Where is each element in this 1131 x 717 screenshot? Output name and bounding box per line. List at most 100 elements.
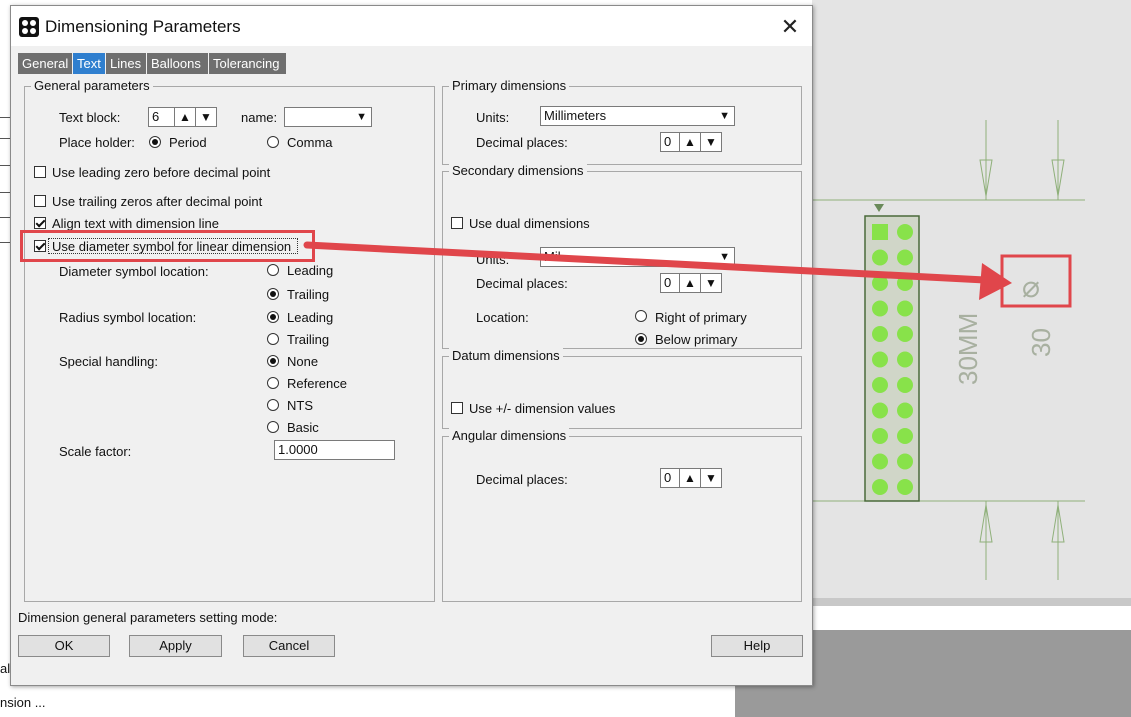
pad — [897, 351, 913, 368]
primary-decimal-label: Decimal places: — [476, 135, 568, 150]
use-dual-checkbox[interactable] — [451, 217, 463, 229]
pad — [872, 402, 888, 419]
secondary-units-dropdown[interactable]: Mil ▼ — [540, 247, 735, 267]
use-pm-checkbox[interactable] — [451, 402, 463, 414]
diameter-leading-label: Leading — [287, 263, 334, 278]
right-of-primary-radio[interactable] — [635, 310, 647, 322]
trailing-zeros-label: Use trailing zeros after decimal point — [52, 194, 263, 209]
period-radio[interactable] — [149, 136, 161, 148]
apply-button[interactable]: Apply — [129, 635, 222, 657]
align-text-label: Align text with dimension line — [52, 216, 219, 231]
pad — [897, 300, 913, 317]
special-none-radio[interactable] — [267, 355, 279, 367]
special-nts-radio[interactable] — [267, 399, 279, 411]
arrow-up-icon[interactable]: ▲ — [679, 133, 700, 151]
place-holder-label: Place holder: — [59, 135, 135, 150]
scale-factor-label: Scale factor: — [59, 444, 132, 459]
tab-text[interactable]: Text — [73, 53, 105, 74]
primary-units-value: Millimeters — [544, 108, 607, 123]
tab-general[interactable]: General — [18, 53, 72, 74]
comma-radio[interactable] — [267, 136, 279, 148]
arrow-down-icon[interactable]: ▼ — [700, 133, 721, 151]
scale-factor-input[interactable]: 1.0000 — [274, 440, 395, 460]
text-block-value: 6 — [152, 109, 160, 124]
arrow-up-icon[interactable]: ▲ — [679, 274, 700, 292]
secondary-decimal-label: Decimal places: — [476, 276, 568, 291]
special-reference-radio[interactable] — [267, 377, 279, 389]
secondary-decimal-value: 0 — [664, 275, 672, 290]
pad — [872, 428, 888, 444]
pad — [897, 402, 913, 419]
radius-trailing-label: Trailing — [287, 332, 330, 347]
below-primary-label: Below primary — [655, 332, 738, 347]
diameter-symbol-icon: ⌀ — [1022, 270, 1040, 305]
ok-button[interactable]: OK — [18, 635, 110, 657]
radius-leading-radio[interactable] — [267, 311, 279, 323]
pad — [872, 275, 888, 291]
radius-location-label: Radius symbol location: — [59, 310, 197, 325]
text-block-spinner[interactable]: 6 ▲ ▼ — [148, 107, 217, 127]
pad — [872, 224, 888, 240]
angular-decimal-label: Decimal places: — [476, 472, 568, 487]
group-title: Angular dimensions — [449, 428, 570, 443]
diameter-trailing-label: Trailing — [287, 287, 330, 302]
use-pm-label: Use +/- dimension values — [469, 401, 616, 416]
tab-balloons[interactable]: Balloons — [147, 53, 208, 74]
arrow-down-icon[interactable]: ▼ — [700, 274, 721, 292]
group-title: Datum dimensions — [449, 348, 563, 363]
arrow-down-icon[interactable]: ▼ — [195, 108, 216, 126]
annotation-highlight-box — [20, 230, 315, 262]
close-icon[interactable]: ✕ — [775, 14, 805, 40]
pad — [897, 224, 913, 240]
pad — [897, 275, 913, 291]
primary-units-label: Units: — [476, 110, 510, 125]
diameter-leading-radio[interactable] — [267, 264, 279, 276]
special-basic-radio[interactable] — [267, 421, 279, 433]
diameter-location-label: Diameter symbol location: — [59, 264, 209, 279]
group-title: Secondary dimensions — [449, 163, 587, 178]
tab-lines[interactable]: Lines — [106, 53, 146, 74]
leading-zero-label: Use leading zero before decimal point — [52, 165, 271, 180]
diameter-trailing-radio[interactable] — [267, 288, 279, 300]
special-basic-label: Basic — [287, 420, 319, 435]
name-label: name: — [241, 110, 278, 125]
title-bar[interactable]: Dimensioning Parameters ✕ — [11, 6, 812, 46]
pad — [872, 351, 888, 368]
pad — [872, 326, 888, 342]
text-block-label: Text block: — [59, 110, 121, 125]
radius-leading-label: Leading — [287, 310, 334, 325]
datum-dimensions-group: Datum dimensions — [442, 348, 802, 429]
angular-decimal-value: 0 — [664, 470, 672, 485]
arrow-up-icon[interactable]: ▲ — [679, 469, 700, 487]
leading-zero-checkbox[interactable] — [34, 166, 46, 178]
location-label: Location: — [476, 310, 529, 325]
help-button[interactable]: Help — [711, 635, 803, 657]
app-icon — [19, 17, 39, 37]
secondary-units-label: Units: — [476, 252, 510, 267]
tab-tolerancing[interactable]: Tolerancing — [209, 53, 286, 74]
pad — [897, 249, 913, 266]
pad — [872, 249, 888, 266]
group-title: Primary dimensions — [449, 78, 570, 93]
secondary-decimal-spinner[interactable]: 0 ▲ ▼ — [660, 273, 722, 293]
radius-trailing-radio[interactable] — [267, 333, 279, 345]
dimension-text: 30MM — [953, 313, 983, 385]
below-primary-radio[interactable] — [635, 333, 647, 345]
arrow-up-icon[interactable]: ▲ — [174, 108, 195, 126]
primary-units-dropdown[interactable]: Millimeters ▼ — [540, 106, 735, 126]
primary-decimal-value: 0 — [664, 134, 672, 149]
pad — [872, 479, 888, 495]
dimension-text: 30 — [1026, 328, 1056, 357]
cancel-button[interactable]: Cancel — [243, 635, 335, 657]
trailing-zeros-checkbox[interactable] — [34, 195, 46, 207]
special-handling-label: Special handling: — [59, 354, 159, 369]
general-parameters-group: General parameters — [24, 78, 435, 602]
primary-decimal-spinner[interactable]: 0 ▲ ▼ — [660, 132, 722, 152]
right-of-primary-label: Right of primary — [655, 310, 747, 325]
angular-decimal-spinner[interactable]: 0 ▲ ▼ — [660, 468, 722, 488]
align-text-checkbox[interactable] — [34, 217, 46, 229]
arrow-down-icon[interactable]: ▼ — [700, 469, 721, 487]
pad — [872, 300, 888, 317]
dialog-title: Dimensioning Parameters — [45, 17, 241, 36]
name-dropdown[interactable]: ▼ — [284, 107, 372, 127]
